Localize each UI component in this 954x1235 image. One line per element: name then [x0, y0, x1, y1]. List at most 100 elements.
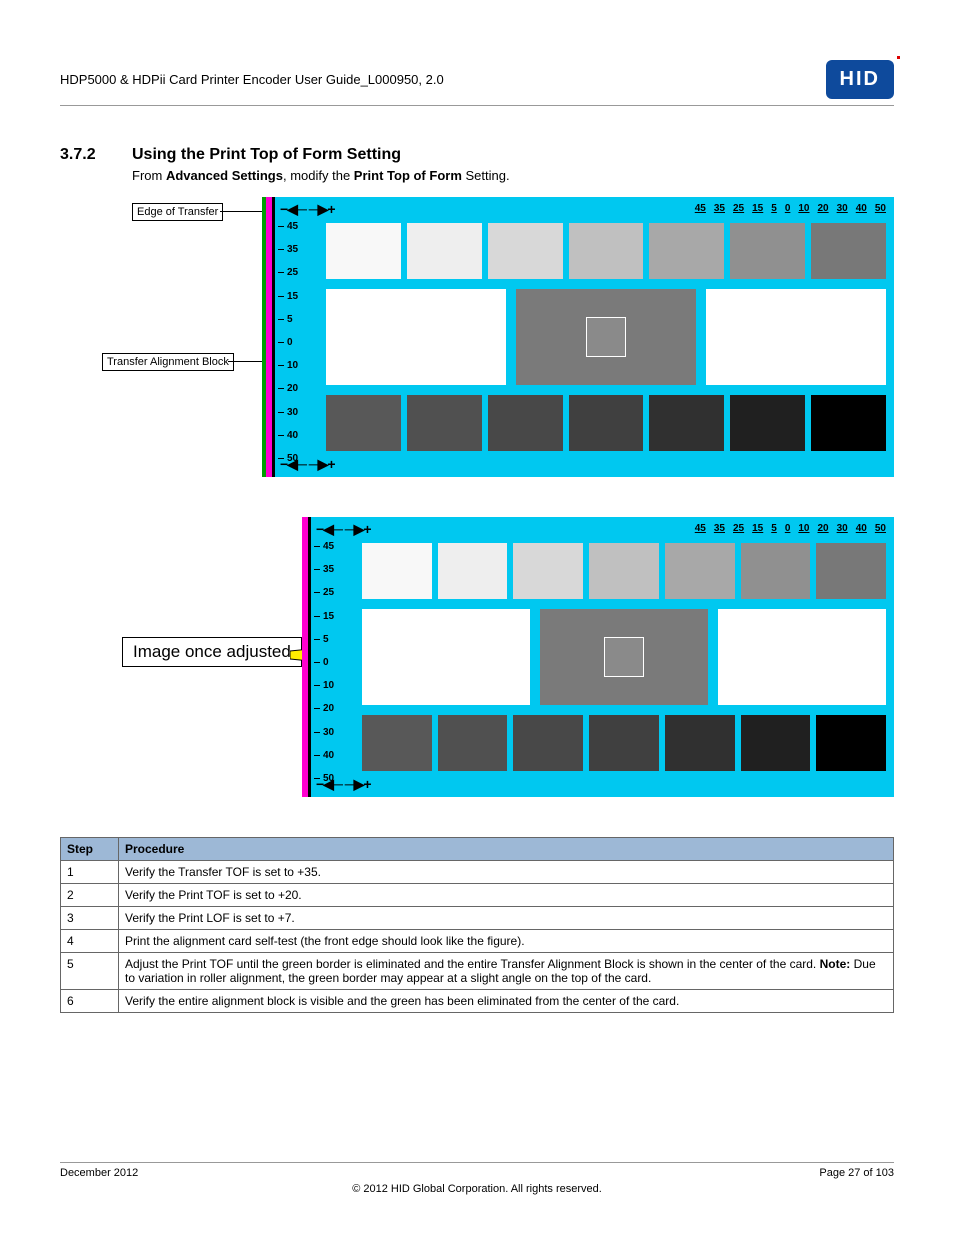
footer-page: Page 27 of 103 [819, 1167, 894, 1179]
scale-number: 35 [714, 523, 725, 534]
gray-swatch [362, 543, 432, 599]
scale-number: 10 [798, 523, 809, 534]
scale-tick: 5 [278, 314, 293, 325]
step-cell: 4 [61, 930, 119, 953]
leader-line [228, 361, 264, 362]
intro-text: From [132, 168, 166, 183]
gray-swatch [407, 395, 482, 451]
table-row: 1Verify the Transfer TOF is set to +35. [61, 861, 894, 884]
gray-swatch [513, 543, 583, 599]
figure-after: Image once adjusted −◀─ ─▶+ −◀─ ─▶+ 4535… [132, 517, 894, 807]
horizontal-scale: 45352515501020304050 [695, 203, 886, 214]
white-block [362, 609, 530, 705]
scale-tick: 25 [314, 587, 334, 598]
scale-tick: 0 [278, 337, 293, 348]
hid-logo: HID [826, 60, 894, 99]
callout-edge-of-transfer: Edge of Transfer [132, 203, 223, 221]
scale-number: 20 [818, 523, 829, 534]
scale-tick: 30 [278, 407, 298, 418]
section-heading: 3.7.2 Using the Print Top of Form Settin… [60, 146, 894, 164]
scale-tick: 35 [314, 564, 334, 575]
arrow-indicator-top: −◀─ ─▶+ [280, 201, 335, 218]
doc-title: HDP5000 & HDPii Card Printer Encoder Use… [60, 72, 444, 87]
white-block [326, 289, 506, 385]
gray-swatch [741, 715, 811, 771]
table-row: 3Verify the Print LOF is set to +7. [61, 907, 894, 930]
gray-swatch [438, 715, 508, 771]
scale-tick: 45 [314, 541, 334, 552]
gray-swatch [326, 223, 401, 279]
step-cell: 6 [61, 990, 119, 1013]
figure-before: Edge of Transfer Transfer Alignment Bloc… [132, 197, 894, 487]
vertical-scale: 45352515501020304050 [314, 541, 348, 773]
scale-tick: 20 [278, 383, 298, 394]
procedure-cell: Verify the entire alignment block is vis… [119, 990, 894, 1013]
gray-swatch [730, 223, 805, 279]
step-cell: 5 [61, 953, 119, 990]
table-row: 6Verify the entire alignment block is vi… [61, 990, 894, 1013]
scale-number: 35 [714, 203, 725, 214]
gray-swatch [811, 395, 886, 451]
th-step: Step [61, 838, 119, 861]
scale-number: 45 [695, 203, 706, 214]
black-stripe [272, 197, 275, 477]
scale-number: 0 [785, 523, 791, 534]
scale-number: 40 [856, 203, 867, 214]
scale-tick: 50 [278, 453, 298, 464]
intro-text: Setting. [462, 168, 510, 183]
scale-number: 25 [733, 523, 744, 534]
black-stripe [308, 517, 311, 797]
th-procedure: Procedure [119, 838, 894, 861]
scale-number: 50 [875, 203, 886, 214]
procedure-cell: Verify the Transfer TOF is set to +35. [119, 861, 894, 884]
inner-square [604, 637, 644, 677]
gray-swatch [649, 395, 724, 451]
intro-bold: Advanced Settings [166, 168, 283, 183]
intro-bold: Print Top of Form [354, 168, 462, 183]
scale-tick: 40 [314, 750, 334, 761]
table-row: 4Print the alignment card self-test (the… [61, 930, 894, 953]
scale-tick: 10 [314, 680, 334, 691]
scale-tick: 20 [314, 703, 334, 714]
leader-line [220, 211, 264, 212]
horizontal-scale: 45352515501020304050 [695, 523, 886, 534]
gray-swatch [569, 395, 644, 451]
scale-number: 45 [695, 523, 706, 534]
vertical-scale: 45352515501020304050 [278, 221, 312, 453]
scale-number: 20 [818, 203, 829, 214]
gray-swatch [665, 715, 735, 771]
footer-copyright: © 2012 HID Global Corporation. All right… [60, 1183, 894, 1195]
gray-target-block [516, 289, 696, 385]
gray-swatch [811, 223, 886, 279]
gray-swatch [488, 395, 563, 451]
page-header: HDP5000 & HDPii Card Printer Encoder Use… [60, 60, 894, 106]
inner-square [586, 317, 626, 357]
procedure-table: Step Procedure 1Verify the Transfer TOF … [60, 837, 894, 1013]
gray-swatch [569, 223, 644, 279]
gray-swatch [362, 715, 432, 771]
gray-row-bottom [362, 715, 886, 771]
gray-swatch [488, 223, 563, 279]
gray-swatch [438, 543, 508, 599]
document-page: HDP5000 & HDPii Card Printer Encoder Use… [0, 0, 954, 1235]
alignment-card-adjusted: −◀─ ─▶+ −◀─ ─▶+ 45352515501020304050 453… [302, 517, 894, 797]
section-number: 3.7.2 [60, 146, 114, 164]
scale-number: 30 [837, 203, 848, 214]
scale-number: 50 [875, 523, 886, 534]
scale-number: 15 [752, 203, 763, 214]
gray-swatch [589, 543, 659, 599]
gray-swatch [326, 395, 401, 451]
procedure-cell: Verify the Print LOF is set to +7. [119, 907, 894, 930]
table-row: 5Adjust the Print TOF until the green bo… [61, 953, 894, 990]
step-cell: 3 [61, 907, 119, 930]
gray-swatch [816, 543, 886, 599]
gray-swatch [730, 395, 805, 451]
scale-tick: 25 [278, 267, 298, 278]
scale-tick: 50 [314, 773, 334, 784]
procedure-cell: Print the alignment card self-test (the … [119, 930, 894, 953]
mid-blocks [326, 289, 886, 385]
section-title: Using the Print Top of Form Setting [132, 146, 401, 164]
scale-tick: 5 [314, 634, 329, 645]
procedure-cell: Adjust the Print TOF until the green bor… [119, 953, 894, 990]
scale-number: 5 [771, 203, 777, 214]
